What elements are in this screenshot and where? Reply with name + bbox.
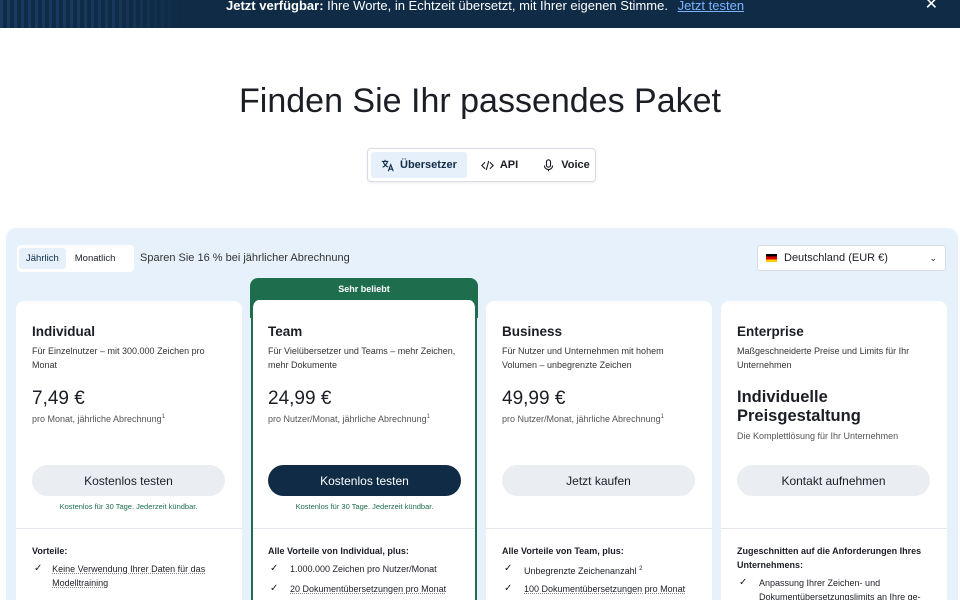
savings-note: Sparen Sie 16 % bei jährlicher Abrechnun… [140,252,350,264]
billing-info-text: pro Nutzer/Monat, jährliche Abrechnung [502,414,661,424]
check-icon: ✓ [504,583,513,594]
code-icon [480,160,494,170]
divider [486,528,712,529]
check-icon: ✓ [270,583,279,594]
germany-flag-icon [766,254,777,262]
tab-translator[interactable]: Übersetzer [371,152,467,178]
divider [16,528,242,529]
feature-text[interactable]: 100 Dokumentübersetzungen pro Monat [524,582,685,596]
microphone-icon [544,158,554,171]
check-icon: ✓ [504,563,513,574]
feature-item: ✓ Anpassung Ihrer Zeichen- und Dokumentü… [739,576,935,600]
features-title: Alle Vorteile von Team, plus: [502,546,624,556]
divider [253,528,475,529]
plan-description: Für Nutzer und Unternehmen mit hohem Vol… [502,346,664,370]
feature-text[interactable]: Keine Verwendung Ihrer Daten für das Mod… [52,562,230,590]
plan-name: Team [268,324,303,339]
features-title: Alle Vorteile von Individual, plus: [268,546,409,556]
page-title: Finden Sie Ihr passendes Paket [239,82,721,120]
banner-message: Ihre Worte, in Echtzeit übersetzt, mit I… [327,0,668,13]
feature-item: ✓ 20 Dokumentübersetzungen pro Monat [270,582,466,596]
billing-toggle: Jährlich Monatlich [17,245,134,272]
chevron-down-icon: ⌄ [929,252,937,263]
features-title: Vorteile: [32,546,68,556]
check-icon: ✓ [34,563,43,574]
product-tabs: Übersetzer API Voice [367,148,596,182]
feature-text-wrap: Unbegrenzte Zeichenanzahl 2 [524,562,642,578]
divider [721,528,947,529]
announcement-banner: Jetzt verfügbar: Ihre Worte, in Echtzeit… [0,0,960,28]
tab-api[interactable]: API [471,152,528,178]
tab-label: API [499,159,519,171]
contact-button[interactable]: Kontakt aufnehmen [737,465,930,496]
footnote-marker: 1 [161,414,165,420]
check-icon: ✓ [739,577,748,588]
plan-price: 49,99 € [502,388,566,409]
plan-card-team: Team Für Vielübersetzer und Teams – mehr… [251,300,477,600]
tab-label: Voice [561,159,590,171]
plan-price: 7,49 € [32,388,85,409]
banner-bold: Jetzt verfügbar: [226,0,324,13]
feature-text[interactable]: 20 Dokumentübersetzungen pro Monat [290,582,446,596]
feature-item: ✓ 1.000.000 Zeichen pro Nutzer/Monat [270,562,466,576]
country-value: Deutschland (EUR €) [784,252,888,264]
banner-text: Jetzt verfügbar: Ihre Worte, in Echtzeit… [226,0,744,12]
banner-try-link[interactable]: Jetzt testen [678,0,744,13]
country-select[interactable]: Deutschland (EUR €) ⌄ [757,245,946,271]
plan-billing-info: pro Nutzer/Monat, jährliche Abrechnung1 [268,414,430,424]
try-free-button[interactable]: Kostenlos testen [32,465,225,496]
plan-description: Für Vielübersetzer und Teams – mehr Zeic… [268,346,456,370]
feature-item: ✓ Keine Verwendung Ihrer Daten für das M… [34,562,230,590]
plan-name: Enterprise [737,324,804,339]
feature-text: Unbegrenzte Zeichenanzahl [524,566,637,576]
plan-description: Für Einzelnutzer – mit 300.000 Zeichen p… [32,346,205,370]
trial-note: Kostenlos für 30 Tage. Jederzeit kündbar… [59,502,198,511]
translate-icon [381,159,394,171]
feature-item: ✓ Unbegrenzte Zeichenanzahl 2 [504,562,700,578]
plan-price: 24,99 € [268,388,332,409]
billing-yearly[interactable]: Jährlich [19,248,66,269]
plan-billing-info: Die Komplettlösung für Ihr Unternehmen [737,431,899,441]
trial-note: Kostenlos für 30 Tage. Jederzeit kündbar… [295,502,434,511]
check-icon: ✓ [270,563,279,574]
plan-card-business: Business Für Nutzer und Unternehmen mit … [486,301,712,600]
tab-voice[interactable]: Voice [532,152,600,178]
plan-name: Business [502,324,563,339]
billing-info-text: pro Nutzer/Monat, jährliche Abrechnung [268,414,427,424]
billing-info-text: pro Monat, jährliche Abrechnung [32,414,162,424]
buy-now-button[interactable]: Jetzt kaufen [502,465,695,496]
close-icon[interactable]: ✕ [925,0,938,13]
feature-text: Anpassung Ihrer Zeichen- und Dokumentübe… [759,578,921,600]
features-title: Zugeschnitten auf die Anforderungen Ihre… [737,546,922,570]
plan-billing-info: pro Monat, jährliche Abrechnung1 [32,414,165,424]
plan-card-individual: Individual Für Einzelnutzer – mit 300.00… [16,301,242,600]
plan-name: Individual [32,324,96,339]
tab-label: Übersetzer [400,159,457,171]
feature-text: 1.000.000 Zeichen pro Nutzer/Monat [290,564,437,574]
billing-monthly[interactable]: Monatlich [68,248,123,269]
footnote-marker: 1 [426,414,430,420]
plan-description: Maßgeschneiderte Preise und Limits für I… [737,346,910,370]
banner-decoration [0,0,190,28]
plan-card-enterprise: Enterprise Maßgeschneiderte Preise und L… [721,301,947,600]
try-free-button[interactable]: Kostenlos testen [268,465,461,496]
footnote-marker: 1 [660,414,664,420]
plan-price: Individuelle Preisgestaltung [737,388,861,425]
plan-billing-info: pro Nutzer/Monat, jährliche Abrechnung1 [502,414,664,424]
feature-item: ✓ 100 Dokumentübersetzungen pro Monat [504,582,700,596]
footnote-marker: 2 [639,566,643,572]
